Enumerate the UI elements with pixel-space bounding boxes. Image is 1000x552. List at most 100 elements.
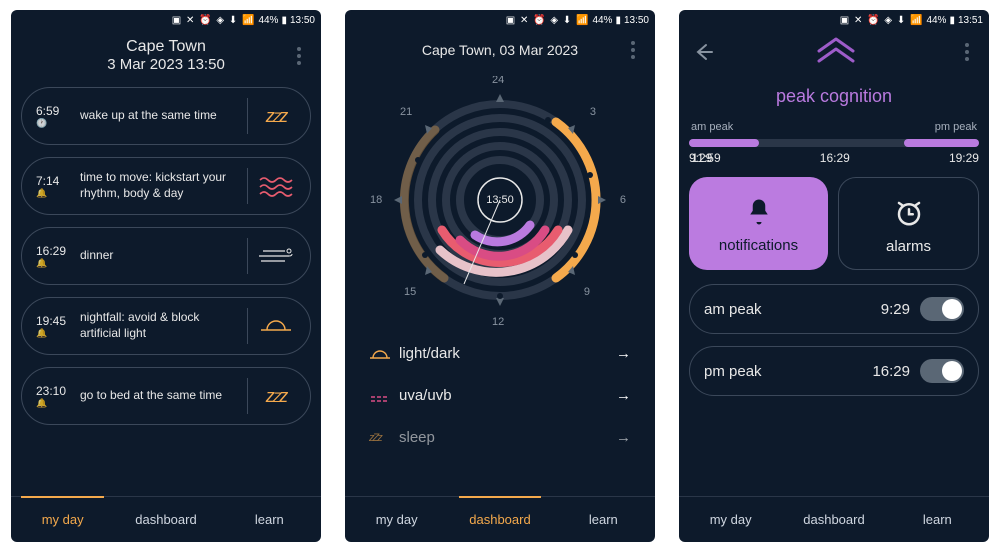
toggle-switch[interactable]	[920, 359, 964, 383]
tab-my-day[interactable]: my day	[679, 497, 782, 542]
item-text: go to bed at the same time	[80, 388, 239, 404]
notifications-card[interactable]: notifications	[689, 177, 828, 270]
sleep-icon: zZz	[369, 432, 399, 444]
legend-item-uv[interactable]: uva/uvb →	[363, 374, 637, 416]
legend-item-lightdark[interactable]: light/dark →	[363, 332, 637, 374]
screen-dashboard: ▣ ✕ ⏰ ◈ ⬇ 📶 44% ▮ 13:50 Cape Town, 03 Ma…	[345, 10, 655, 542]
sleep-icon: zZz	[256, 106, 296, 127]
hour-label: 15	[404, 286, 416, 298]
item-text: nightfall: avoid & block artificial ligh…	[80, 310, 239, 341]
legend-list: light/dark → uva/uvb → zZz sleep →	[355, 332, 645, 458]
sleep-icon: zZz	[256, 386, 296, 407]
item-text: dinner	[80, 248, 239, 264]
alarms-card[interactable]: alarms	[838, 177, 979, 270]
legend-label: uva/uvb	[399, 387, 616, 404]
tab-dashboard[interactable]: dashboard	[448, 497, 551, 542]
pm-peak-label: pm peak	[935, 121, 977, 133]
item-time: 19:45	[36, 314, 66, 328]
tab-learn[interactable]: learn	[552, 497, 655, 542]
time-label: 11:59	[692, 151, 721, 165]
chevrons-up-icon	[717, 35, 955, 65]
battery-text: 44%	[926, 15, 946, 26]
legend-label: light/dark	[399, 345, 616, 362]
screen-peak-cognition: ▣ ✕ ⏰ ◈ ⬇ 📶 44% ▮ 13:51 peak cognition a…	[679, 10, 989, 542]
hour-label: 3	[590, 106, 596, 118]
day-list: 6:59 🕐 wake up at the same time zZz 7:14…	[11, 87, 321, 496]
battery-icon: ▮	[281, 15, 287, 26]
day-item[interactable]: 19:45 🔔 nightfall: avoid & block artific…	[21, 297, 311, 355]
bottom-nav: my day dashboard learn	[345, 496, 655, 542]
status-bar: ▣ ✕ ⏰ ◈ ⬇ 📶 44% ▮ 13:50	[345, 10, 655, 30]
item-time: 16:29	[36, 244, 66, 258]
sunset-icon	[369, 347, 399, 361]
uv-icon	[369, 389, 399, 403]
day-item[interactable]: 6:59 🕐 wake up at the same time zZz	[21, 87, 311, 145]
time-label: 19:29	[949, 151, 979, 165]
arrow-right-icon: →	[616, 387, 631, 404]
legend-label: sleep	[399, 429, 616, 446]
bell-icon: 🔔	[36, 398, 80, 409]
status-icons: ▣ ✕ ⏰ ◈ ⬇ 📶	[506, 15, 590, 26]
overflow-menu-icon[interactable]	[287, 44, 311, 68]
overflow-menu-icon[interactable]	[955, 40, 979, 64]
tab-learn[interactable]: learn	[886, 497, 989, 542]
item-time: 6:59	[36, 104, 59, 118]
header	[679, 30, 989, 80]
hour-label: 18	[370, 194, 382, 206]
tab-dashboard[interactable]: dashboard	[782, 497, 885, 542]
am-peak-toggle-row[interactable]: am peak 9:29	[689, 284, 979, 334]
tab-learn[interactable]: learn	[218, 497, 321, 542]
tab-my-day[interactable]: my day	[11, 497, 114, 542]
item-text: wake up at the same time	[80, 108, 239, 124]
clock-center-time: 13:50	[486, 194, 514, 206]
bottom-nav: my day dashboard learn	[679, 496, 989, 542]
battery-icon: ▮	[949, 15, 955, 26]
location-title: Cape Town	[45, 38, 287, 56]
overflow-menu-icon[interactable]	[621, 38, 645, 62]
time-label: 16:29	[820, 151, 850, 165]
bell-icon	[744, 197, 774, 227]
toggle-value: 9:29	[881, 301, 910, 318]
bell-icon: 🔔	[36, 258, 80, 269]
circadian-clock[interactable]: 13:50 24 3 6 9 12 15 18 21	[380, 80, 620, 320]
back-arrow-icon[interactable]	[689, 38, 717, 66]
status-time: 13:51	[958, 15, 983, 26]
peak-range-bar	[689, 139, 979, 147]
day-item[interactable]: 7:14 🔔 time to move: kickstart your rhyt…	[21, 157, 311, 215]
hour-label: 6	[620, 194, 626, 206]
peak-times: 9:29 11:59 16:29 19:29	[689, 151, 979, 165]
card-label: alarms	[886, 238, 931, 255]
legend-item-sleep[interactable]: zZz sleep →	[363, 416, 637, 458]
item-time: 7:14	[36, 174, 59, 188]
toggle-label: pm peak	[704, 363, 762, 380]
datetime-sub: 3 Mar 2023 13:50	[45, 56, 287, 73]
status-bar: ▣ ✕ ⏰ ◈ ⬇ 📶 44% ▮ 13:51	[679, 10, 989, 30]
page-title: peak cognition	[689, 86, 979, 107]
sunset-icon	[256, 316, 296, 336]
toggle-switch[interactable]	[920, 297, 964, 321]
arrow-right-icon: →	[616, 429, 631, 446]
hour-label: 24	[492, 76, 504, 86]
toggle-value: 16:29	[872, 363, 910, 380]
wave-icon	[256, 175, 296, 197]
bell-icon: 🔔	[36, 328, 80, 339]
bottom-nav: my day dashboard learn	[11, 496, 321, 542]
hour-label: 12	[492, 316, 504, 328]
tab-dashboard[interactable]: dashboard	[114, 497, 217, 542]
day-item[interactable]: 23:10 🔔 go to bed at the same time zZz	[21, 367, 311, 425]
alarm-clock-icon	[894, 198, 924, 228]
toggle-label: am peak	[704, 301, 762, 318]
arrow-right-icon: →	[616, 345, 631, 362]
header: Cape Town 3 Mar 2023 13:50	[11, 30, 321, 87]
day-item[interactable]: 16:29 🔔 dinner	[21, 227, 311, 285]
battery-text: 44%	[592, 15, 612, 26]
tab-my-day[interactable]: my day	[345, 497, 448, 542]
bell-icon: 🔔	[36, 188, 80, 199]
status-time: 13:50	[624, 15, 649, 26]
hour-label: 21	[400, 106, 412, 118]
status-icons: ▣ ✕ ⏰ ◈ ⬇ 📶	[172, 15, 256, 26]
status-bar: ▣ ✕ ⏰ ◈ ⬇ 📶 44% ▮ 13:50	[11, 10, 321, 30]
pm-peak-toggle-row[interactable]: pm peak 16:29	[689, 346, 979, 396]
item-time: 23:10	[36, 384, 66, 398]
location-date: Cape Town, 03 Mar 2023	[379, 42, 621, 58]
